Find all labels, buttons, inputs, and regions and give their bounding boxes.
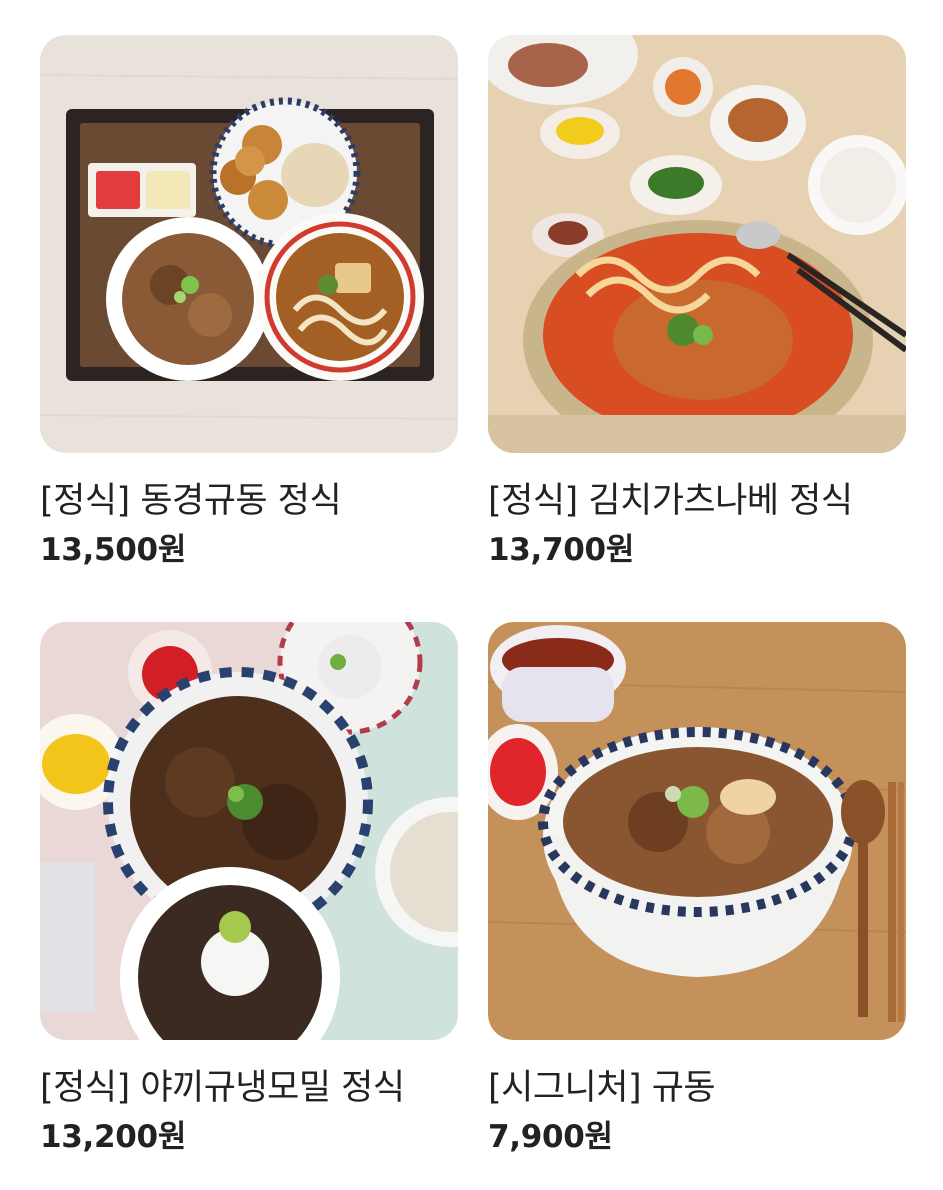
menu-item-name: [정식] 김치가츠나베 정식 xyxy=(488,481,853,521)
menu-card[interactable]: [정식] 김치가츠나베 정식 13,700원 xyxy=(488,35,906,571)
menu-grid: [정식] 동경규동 정식 13,500원 [정식] 김치가츠나베 정식 13,7… xyxy=(0,0,943,1190)
menu-item-name: [정식] 야끼규냉모밀 정식 xyxy=(40,1068,405,1108)
menu-card[interactable]: [정식] 동경규동 정식 13,500원 xyxy=(40,35,458,571)
menu-item-photo[interactable] xyxy=(488,35,906,453)
menu-item-price: 13,200원 xyxy=(40,1119,187,1155)
menu-item-price: 13,700원 xyxy=(488,532,635,568)
menu-item-photo[interactable] xyxy=(40,35,458,453)
menu-item-photo[interactable] xyxy=(488,622,906,1040)
menu-card[interactable]: [시그니처] 규동 7,900원 xyxy=(488,622,906,1158)
menu-item-price: 7,900원 xyxy=(488,1119,613,1155)
menu-item-name: [정식] 동경규동 정식 xyxy=(40,481,342,521)
menu-card[interactable]: [정식] 야끼규냉모밀 정식 13,200원 xyxy=(40,622,458,1158)
menu-item-name: [시그니처] 규동 xyxy=(488,1068,716,1108)
menu-item-price: 13,500원 xyxy=(40,532,187,568)
menu-item-photo[interactable] xyxy=(40,622,458,1040)
